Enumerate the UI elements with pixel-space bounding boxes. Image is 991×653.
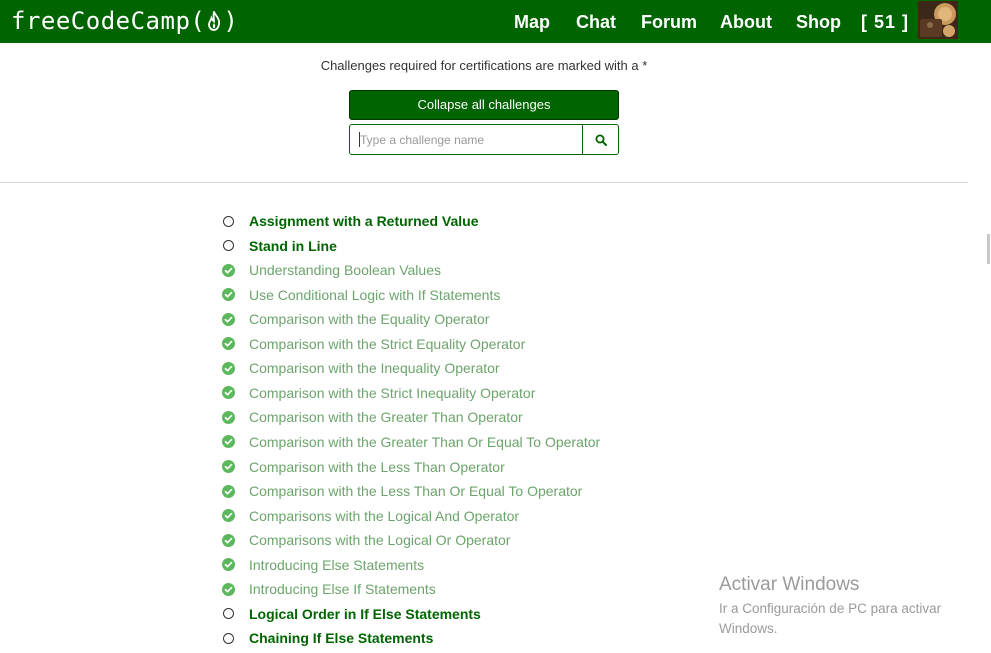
empty-circle-icon bbox=[220, 630, 236, 646]
check-circle-icon bbox=[220, 262, 236, 278]
challenge-item[interactable]: Assignment with a Returned Value bbox=[220, 209, 479, 233]
challenge-title: Comparison with the Greater Than Or Equa… bbox=[249, 433, 601, 450]
challenge-item[interactable]: Chaining If Else Statements bbox=[220, 626, 433, 650]
challenge-item[interactable]: Comparison with the Greater Than Operato… bbox=[220, 405, 523, 429]
challenge-item[interactable]: Comparison with the Strict Inequality Op… bbox=[220, 381, 535, 405]
watermark-subtitle: Ir a Configuración de PC para activar Wi… bbox=[719, 601, 942, 636]
challenge-title: Comparison with the Less Than Operator bbox=[249, 458, 505, 475]
challenge-item[interactable]: Introducing Else If Statements bbox=[220, 577, 436, 601]
flame-icon bbox=[206, 11, 222, 31]
ring bbox=[222, 240, 234, 252]
challenge-title: Comparison with the Strict Equality Oper… bbox=[249, 335, 526, 352]
windows-activation-watermark: Activar Windows Ir a Configuración de PC… bbox=[719, 574, 979, 639]
challenge-item[interactable]: Comparison with the Inequality Operator bbox=[220, 356, 500, 380]
check-circle-icon bbox=[220, 409, 236, 425]
empty-circle-icon bbox=[220, 238, 236, 254]
nav-link-shop[interactable]: Shop bbox=[796, 11, 841, 33]
challenge-item[interactable]: Comparison with the Equality Operator bbox=[220, 307, 489, 331]
nav-link-chat[interactable]: Chat bbox=[576, 11, 616, 33]
challenge-item[interactable]: Comparison with the Less Than Operator bbox=[220, 455, 505, 479]
challenge-item[interactable]: Introducing Else Statements bbox=[220, 553, 424, 577]
nav-link-map[interactable]: Map bbox=[514, 11, 550, 33]
watermark-title: Activar Windows bbox=[719, 574, 860, 595]
empty-circle-icon bbox=[220, 606, 236, 622]
challenge-item[interactable]: Comparison with the Greater Than Or Equa… bbox=[220, 430, 600, 454]
challenge-title: Comparisons with the Logical And Operato… bbox=[249, 507, 520, 524]
nav-link-about[interactable]: About bbox=[720, 11, 772, 33]
search-button[interactable] bbox=[582, 125, 618, 154]
avatar[interactable] bbox=[918, 1, 958, 39]
challenge-title: Comparison with the Equality Operator bbox=[249, 311, 490, 328]
check-circle-icon bbox=[220, 483, 236, 499]
challenge-search bbox=[349, 124, 619, 155]
ring bbox=[222, 215, 234, 227]
check-circle-icon bbox=[220, 459, 236, 475]
search-icon bbox=[595, 134, 607, 146]
challenge-item[interactable]: Comparison with the Strict Equality Oper… bbox=[220, 332, 525, 356]
challenge-title: Introducing Else Statements bbox=[249, 556, 425, 573]
challenge-item[interactable]: Logical Order in If Else Statements bbox=[220, 602, 481, 626]
challenge-item[interactable]: Stand in Line bbox=[220, 234, 337, 258]
check-circle-icon bbox=[220, 385, 236, 401]
challenge-title: Chaining If Else Statements bbox=[249, 630, 434, 647]
logo-text-left: freeCodeCamp( bbox=[11, 7, 206, 35]
check-circle-icon bbox=[220, 336, 236, 352]
logo-text-right: ) bbox=[223, 7, 239, 35]
check-circle-icon bbox=[220, 508, 236, 524]
challenge-item[interactable]: Comparisons with the Logical Or Operator bbox=[220, 528, 510, 552]
scrollbar[interactable] bbox=[987, 234, 990, 264]
navbar: freeCodeCamp( ) Map Chat Forum About Sho… bbox=[0, 0, 991, 43]
logo[interactable]: freeCodeCamp( ) bbox=[11, 7, 238, 35]
challenge-title: Use Conditional Logic with If Statements bbox=[249, 286, 501, 303]
challenge-item[interactable]: Comparison with the Less Than Or Equal T… bbox=[220, 479, 582, 503]
nav-link-forum[interactable]: Forum bbox=[641, 11, 697, 33]
search-input[interactable] bbox=[350, 125, 582, 154]
challenge-title: Logical Order in If Else Statements bbox=[249, 605, 481, 622]
challenge-title: Comparison with the Greater Than Operato… bbox=[249, 409, 523, 426]
collapse-all-button[interactable]: Collapse all challenges bbox=[349, 90, 619, 120]
points-counter[interactable]: [ 51 ] bbox=[861, 11, 909, 33]
challenge-title: Comparison with the Inequality Operator bbox=[249, 360, 500, 377]
check-circle-icon bbox=[220, 532, 236, 548]
challenge-title: Understanding Boolean Values bbox=[249, 262, 441, 279]
check-circle-icon bbox=[220, 581, 236, 597]
challenge-item[interactable]: Use Conditional Logic with If Statements bbox=[220, 283, 500, 307]
challenge-item[interactable]: Comparisons with the Logical And Operato… bbox=[220, 504, 519, 528]
check-circle-icon bbox=[220, 287, 236, 303]
challenge-title: Assignment with a Returned Value bbox=[249, 213, 479, 229]
check-circle-icon bbox=[220, 360, 236, 376]
check-circle-icon bbox=[220, 557, 236, 573]
divider bbox=[0, 182, 968, 183]
ring bbox=[222, 608, 234, 620]
challenge-title: Comparison with the Strict Inequality Op… bbox=[249, 384, 536, 401]
ring bbox=[222, 632, 234, 644]
certification-note: Challenges required for certifications a… bbox=[320, 58, 648, 73]
challenge-title: Introducing Else If Statements bbox=[249, 581, 436, 598]
challenge-title: Comparison with the Less Than Or Equal T… bbox=[249, 483, 583, 500]
check-circle-icon bbox=[220, 311, 236, 327]
challenge-title: Comparisons with the Logical Or Operator bbox=[249, 532, 511, 549]
challenge-title: Stand in Line bbox=[249, 237, 337, 254]
check-circle-icon bbox=[220, 434, 236, 450]
text-caret bbox=[359, 132, 360, 147]
empty-circle-icon bbox=[220, 213, 236, 229]
challenge-item[interactable]: Understanding Boolean Values bbox=[220, 258, 441, 282]
